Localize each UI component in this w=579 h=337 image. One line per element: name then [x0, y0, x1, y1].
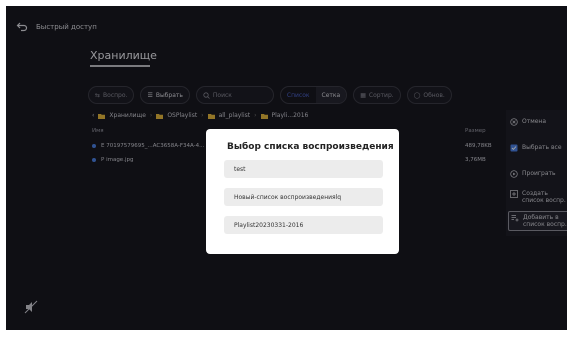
playlist-option[interactable]: Playlist20230331-2016	[224, 216, 383, 234]
playlist-option[interactable]: test	[224, 160, 383, 178]
playlist-option[interactable]: Новый-список воспроизведенияlq	[224, 188, 383, 206]
playlist-select-dialog: Выбор списка воспроизведения test Новый-…	[206, 129, 399, 254]
screen: Быстрый доступ Хранилище ⇆ Воспро. ☰ Выб…	[6, 6, 567, 330]
dialog-title: Выбор списка воспроизведения	[227, 142, 394, 152]
